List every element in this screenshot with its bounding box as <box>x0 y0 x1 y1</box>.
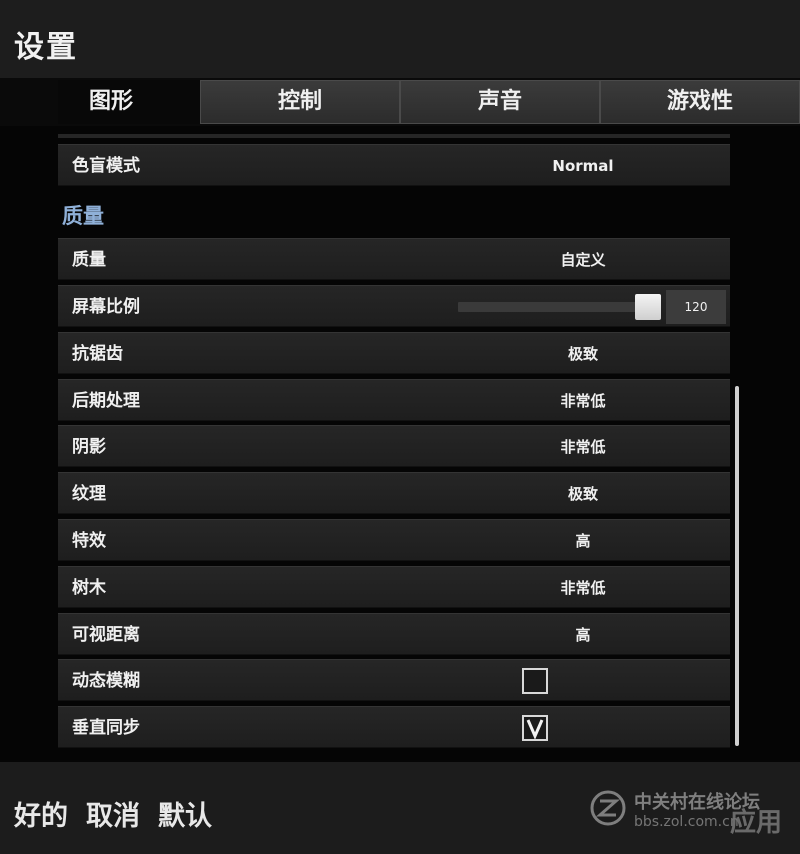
scrollbar[interactable] <box>735 386 739 746</box>
row-divider <box>58 134 730 138</box>
setting-row-shadows[interactable]: 阴影 非常低 <box>58 425 730 467</box>
setting-label: 质量 <box>72 250 106 270</box>
setting-value[interactable]: 非常低 <box>488 380 678 422</box>
setting-row-quality[interactable]: 质量 自定义 <box>58 238 730 280</box>
tab-graphics[interactable]: 图形 <box>58 80 200 124</box>
watermark-url: bbs.zol.com.cn <box>634 814 739 830</box>
tab-controls[interactable]: 控制 <box>200 80 400 124</box>
setting-label: 垂直同步 <box>72 718 140 738</box>
watermark-text: 中关村在线论坛 <box>634 792 760 813</box>
setting-value[interactable]: 自定义 <box>488 239 678 281</box>
setting-value[interactable]: 高 <box>488 520 678 562</box>
setting-row-view-distance[interactable]: 可视距离 高 <box>58 613 730 655</box>
ok-button[interactable]: 好的 <box>14 794 68 833</box>
zol-logo-icon <box>590 790 626 826</box>
tab-sound[interactable]: 声音 <box>400 80 600 124</box>
setting-value[interactable]: 高 <box>488 614 678 656</box>
setting-label: 特效 <box>72 531 106 551</box>
setting-value[interactable]: 极致 <box>488 473 678 515</box>
motion-blur-checkbox[interactable] <box>522 668 548 694</box>
setting-row-screen-scale: 屏幕比例 120 <box>58 285 730 327</box>
settings-list: 色盲模式 Normal 质量 质量 自定义 屏幕比例 120 抗锯齿 极致 后期… <box>0 126 800 758</box>
setting-label: 树木 <box>72 578 106 598</box>
setting-value[interactable]: 非常低 <box>488 426 678 468</box>
setting-row-motion-blur: 动态模糊 <box>58 659 730 701</box>
setting-row-post-processing[interactable]: 后期处理 非常低 <box>58 379 730 421</box>
setting-label: 可视距离 <box>72 625 140 645</box>
screen-scale-value: 120 <box>666 290 726 324</box>
setting-value[interactable]: 极致 <box>488 333 678 375</box>
tab-gameplay[interactable]: 游戏性 <box>600 80 800 124</box>
title-bar: 设置 <box>0 0 800 78</box>
setting-row-colorblind[interactable]: 色盲模式 Normal <box>58 144 730 186</box>
setting-value[interactable]: Normal <box>488 145 678 187</box>
setting-row-foliage[interactable]: 树木 非常低 <box>58 566 730 608</box>
footer-bar: 好的 取消 默认 应用 中关村在线论坛 bbs.zol.com.cn <box>0 762 800 854</box>
setting-row-effects[interactable]: 特效 高 <box>58 519 730 561</box>
settings-window: 设置 图形 控制 声音 游戏性 色盲模式 Normal 质量 质量 自定义 屏幕… <box>0 0 800 854</box>
setting-label: 动态模糊 <box>72 671 140 691</box>
setting-row-vsync: 垂直同步 <box>58 706 730 748</box>
setting-label: 色盲模式 <box>72 156 140 176</box>
page-title: 设置 <box>14 30 78 65</box>
default-button[interactable]: 默认 <box>158 794 212 833</box>
setting-label: 后期处理 <box>72 391 140 411</box>
setting-label: 纹理 <box>72 484 106 504</box>
vsync-checkbox[interactable] <box>522 715 548 741</box>
tab-bar: 图形 控制 声音 游戏性 <box>0 78 800 126</box>
setting-value[interactable]: 非常低 <box>488 567 678 609</box>
section-header-quality: 质量 <box>62 204 104 228</box>
cancel-button[interactable]: 取消 <box>86 794 140 833</box>
setting-row-anti-aliasing[interactable]: 抗锯齿 极致 <box>58 332 730 374</box>
setting-row-textures[interactable]: 纹理 极致 <box>58 472 730 514</box>
screen-scale-slider-track[interactable] <box>458 302 658 312</box>
watermark: 应用 中关村在线论坛 bbs.zol.com.cn <box>590 784 795 844</box>
screen-scale-slider-handle[interactable] <box>635 294 661 320</box>
setting-label: 屏幕比例 <box>72 297 140 317</box>
checkmark-icon <box>526 719 544 739</box>
setting-label: 抗锯齿 <box>72 344 123 364</box>
setting-label: 阴影 <box>72 437 106 457</box>
